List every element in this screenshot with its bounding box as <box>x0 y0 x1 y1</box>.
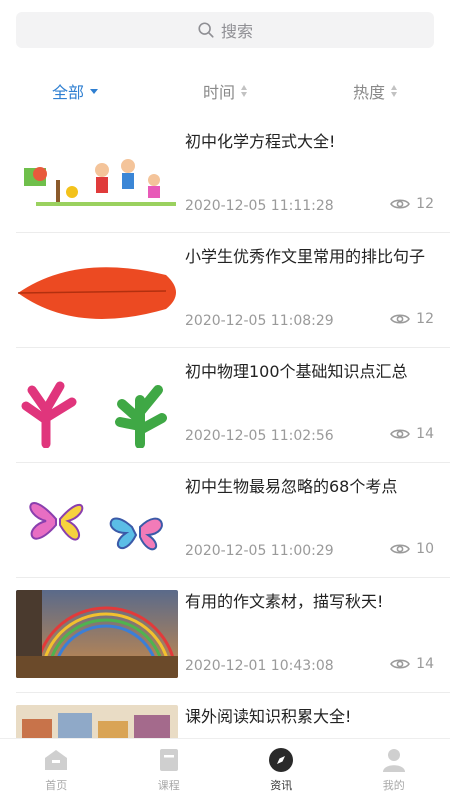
eye-icon <box>390 659 411 669</box>
filter-bar: 全部 时间 热度 <box>0 72 450 110</box>
article-item[interactable]: 小学生优秀作文里常用的排比句子 2020-12-05 11:08:29 12 <box>16 233 450 348</box>
article-title: 初中生物最易忽略的68个考点 <box>185 477 398 496</box>
eye-icon <box>390 199 411 209</box>
article-title: 初中物理100个基础知识点汇总 <box>185 362 408 381</box>
eye-icon <box>390 314 411 324</box>
view-count: 10 <box>416 541 434 557</box>
article-item[interactable]: 初中物理100个基础知识点汇总 2020-12-05 11:02:56 14 <box>16 348 450 463</box>
view-count: 14 <box>416 656 434 672</box>
compass-icon <box>269 748 294 772</box>
article-list: 初中化学方程式大全! 2020-12-05 11:11:28 12 小学生优秀作… <box>0 118 450 800</box>
sort-icon <box>391 85 397 97</box>
article-views: 12 <box>390 311 434 327</box>
filter-popularity-label: 热度 <box>352 83 385 102</box>
eye-icon <box>390 429 411 439</box>
news-page: 搜索 全部 时间 热度 初中化学方程式大全! 2020-12-05 11:11:… <box>0 0 450 800</box>
bottom-tab-bar: 首页 课程 资讯 我的 <box>0 738 450 800</box>
tab-course[interactable]: 课程 <box>113 739 226 800</box>
search-icon <box>198 22 214 38</box>
search-input[interactable]: 搜索 <box>16 12 434 48</box>
article-date: 2020-12-05 11:02:56 <box>185 428 334 444</box>
article-title: 课外阅读知识积累大全! <box>185 707 352 726</box>
eye-icon <box>390 544 411 554</box>
filter-all-label: 全部 <box>51 83 84 102</box>
tab-home-label: 首页 <box>45 779 68 792</box>
tab-profile-label: 我的 <box>382 779 405 792</box>
course-icon <box>159 749 178 771</box>
filter-all[interactable]: 全部 <box>0 72 150 110</box>
article-views: 14 <box>390 426 434 442</box>
view-count: 12 <box>416 311 434 327</box>
user-icon <box>382 749 405 772</box>
tab-profile[interactable]: 我的 <box>338 739 450 800</box>
article-item[interactable]: 初中生物最易忽略的68个考点 2020-12-05 11:00:29 10 <box>16 463 450 578</box>
article-thumbnail <box>16 590 178 678</box>
article-thumbnail <box>16 475 178 563</box>
article-title: 有用的作文素材，描写秋天! <box>185 592 384 611</box>
filter-popularity[interactable]: 热度 <box>300 72 450 110</box>
article-thumbnail <box>16 245 178 333</box>
filter-time[interactable]: 时间 <box>150 72 300 110</box>
article-title: 小学生优秀作文里常用的排比句子 <box>185 247 426 266</box>
tab-course-label: 课程 <box>157 779 180 792</box>
article-item[interactable]: 有用的作文素材，描写秋天! 2020-12-01 10:43:08 14 <box>16 578 450 693</box>
filter-time-label: 时间 <box>202 83 235 102</box>
article-date: 2020-12-05 11:00:29 <box>185 543 334 559</box>
tab-news-label: 资讯 <box>270 779 293 792</box>
article-date: 2020-12-05 11:11:28 <box>185 198 334 214</box>
home-icon <box>45 750 68 770</box>
view-count: 12 <box>416 196 434 212</box>
article-date: 2020-12-01 10:43:08 <box>185 658 334 674</box>
article-thumbnail <box>16 360 178 448</box>
caret-down-icon <box>90 88 98 94</box>
search-placeholder: 搜索 <box>220 22 253 41</box>
article-thumbnail <box>16 130 178 218</box>
article-item[interactable]: 初中化学方程式大全! 2020-12-05 11:11:28 12 <box>16 118 450 233</box>
article-date: 2020-12-05 11:08:29 <box>185 313 334 329</box>
article-views: 10 <box>390 541 434 557</box>
view-count: 14 <box>416 426 434 442</box>
article-title: 初中化学方程式大全! <box>185 132 336 151</box>
article-views: 14 <box>390 656 434 672</box>
tab-home[interactable]: 首页 <box>0 739 113 800</box>
sort-icon <box>241 85 247 97</box>
article-views: 12 <box>390 196 434 212</box>
tab-news[interactable]: 资讯 <box>225 739 338 800</box>
